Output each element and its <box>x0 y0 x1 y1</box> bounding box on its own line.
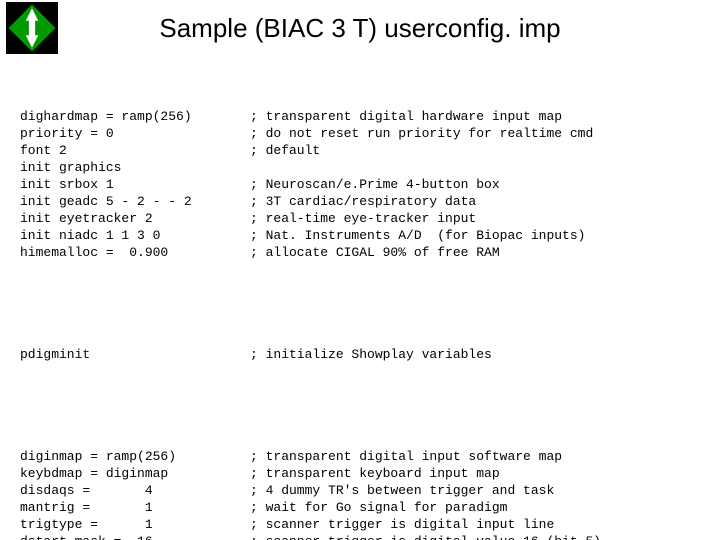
code-comment: ; default <box>250 143 320 158</box>
code-statement: init srbox 1 <box>20 176 250 193</box>
code-comment: ; allocate CIGAL 90% of free RAM <box>250 245 500 260</box>
code-line: init graphics <box>20 159 700 176</box>
code-statement: disdaqs = 4 <box>20 482 250 499</box>
code-statement: priority = 0 <box>20 125 250 142</box>
code-line: init niadc 1 1 3 0; Nat. Instruments A/D… <box>20 227 700 244</box>
code-statement: init niadc 1 1 3 0 <box>20 227 250 244</box>
code-statement: dstart_mask = 16 <box>20 533 250 540</box>
code-line: himemalloc = 0.900; allocate CIGAL 90% o… <box>20 244 700 261</box>
code-statement: init graphics <box>20 159 250 176</box>
blank-line <box>20 397 700 414</box>
code-line: mantrig = 1; wait for Go signal for para… <box>20 499 700 516</box>
slide-title: Sample (BIAC 3 T) userconfig. imp <box>64 13 720 44</box>
code-section-3: diginmap = ramp(256); transparent digita… <box>20 448 700 540</box>
code-line: init eyetracker 2; real-time eye-tracker… <box>20 210 700 227</box>
green-diamond-logo-icon <box>6 2 58 54</box>
code-line: diginmap = ramp(256); transparent digita… <box>20 448 700 465</box>
code-statement: keybdmap = diginmap <box>20 465 250 482</box>
code-line: dstart_mask = 16; scanner trigger is dig… <box>20 533 700 540</box>
code-statement: diginmap = ramp(256) <box>20 448 250 465</box>
code-line: priority = 0; do not reset run priority … <box>20 125 700 142</box>
code-statement: init eyetracker 2 <box>20 210 250 227</box>
code-comment: ; transparent digital input software map <box>250 449 562 464</box>
code-comment: ; transparent digital hardware input map <box>250 109 562 124</box>
code-comment: ; wait for Go signal for paradigm <box>250 500 507 515</box>
code-line: dighardmap = ramp(256); transparent digi… <box>20 108 700 125</box>
code-line: keybdmap = diginmap; transparent keyboar… <box>20 465 700 482</box>
code-statement: trigtype = 1 <box>20 516 250 533</box>
slide-header: Sample (BIAC 3 T) userconfig. imp <box>0 0 720 56</box>
code-comment: ; initialize Showplay variables <box>250 347 492 362</box>
code-statement: dighardmap = ramp(256) <box>20 108 250 125</box>
code-comment: ; transparent keyboard input map <box>250 466 500 481</box>
code-comment: ; real-time eye-tracker input <box>250 211 476 226</box>
code-comment: ; scanner trigger is digital input line <box>250 517 554 532</box>
config-code-block: dighardmap = ramp(256); transparent digi… <box>20 74 700 540</box>
code-comment: ; 4 dummy TR's between trigger and task <box>250 483 554 498</box>
code-comment: ; scanner trigger is digital value 16 (b… <box>250 534 601 540</box>
code-line: pdigminit; initialize Showplay variables <box>20 346 700 363</box>
code-line: init geadc 5 - 2 - - 2; 3T cardiac/respi… <box>20 193 700 210</box>
blank-line <box>20 295 700 312</box>
code-section-2: pdigminit; initialize Showplay variables <box>20 346 700 363</box>
code-section-1: dighardmap = ramp(256); transparent digi… <box>20 108 700 261</box>
code-statement: font 2 <box>20 142 250 159</box>
code-statement: himemalloc = 0.900 <box>20 244 250 261</box>
code-statement: init geadc 5 - 2 - - 2 <box>20 193 250 210</box>
code-comment: ; 3T cardiac/respiratory data <box>250 194 476 209</box>
code-comment: ; Neuroscan/e.Prime 4-button box <box>250 177 500 192</box>
code-comment: ; do not reset run priority for realtime… <box>250 126 593 141</box>
code-line: font 2; default <box>20 142 700 159</box>
code-statement: pdigminit <box>20 346 250 363</box>
logo-wrap <box>0 0 64 56</box>
code-statement: mantrig = 1 <box>20 499 250 516</box>
code-line: init srbox 1; Neuroscan/e.Prime 4-button… <box>20 176 700 193</box>
code-line: trigtype = 1; scanner trigger is digital… <box>20 516 700 533</box>
code-comment: ; Nat. Instruments A/D (for Biopac input… <box>250 228 585 243</box>
code-line: disdaqs = 4; 4 dummy TR's between trigge… <box>20 482 700 499</box>
